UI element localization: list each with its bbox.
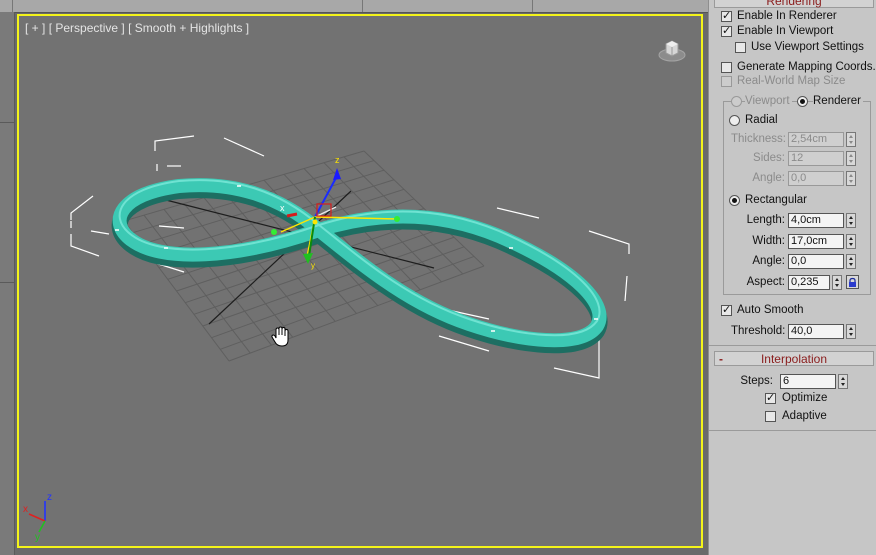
use-viewport-settings-checkbox[interactable] xyxy=(735,42,746,53)
sides-label: Sides: xyxy=(753,152,785,164)
renderer-mode-label: Renderer xyxy=(813,95,863,107)
radial-angle-field[interactable]: 0,0 xyxy=(788,171,844,186)
length-field[interactable]: 4,0cm xyxy=(788,213,844,228)
perspective-viewport[interactable]: [ + ] [ Perspective ] [ Smooth + Highlig… xyxy=(17,14,703,548)
aspect-lock-button[interactable] xyxy=(846,275,859,289)
length-label: Length: xyxy=(746,214,785,226)
real-world-map-checkbox[interactable] xyxy=(721,76,732,87)
steps-field[interactable]: 6 xyxy=(780,374,836,389)
threshold-spinner[interactable] xyxy=(846,324,856,339)
strip-divider xyxy=(0,122,14,123)
thickness-spinner[interactable] xyxy=(846,132,856,147)
rect-angle-field[interactable]: 0,0 xyxy=(788,254,844,269)
gizmo-x-label: x xyxy=(280,203,285,213)
sides-field[interactable]: 12 xyxy=(788,151,844,166)
axis-tripod: z x y xyxy=(23,492,52,543)
width-spinner[interactable] xyxy=(846,234,856,249)
rollout-divider xyxy=(709,345,876,346)
app-window: [ + ] [ Perspective ] [ Smooth + Highlig… xyxy=(0,0,876,555)
gizmo-y-label: y xyxy=(311,261,315,270)
steps-label: Steps: xyxy=(740,375,773,387)
generate-mapping-checkbox[interactable] xyxy=(721,62,732,73)
radial-angle-label: Angle: xyxy=(752,172,785,184)
rollout-divider xyxy=(709,430,876,431)
auto-smooth-checkbox[interactable]: ✓ xyxy=(721,305,732,316)
viewcube-icon[interactable] xyxy=(657,34,687,64)
rectangular-radio[interactable] xyxy=(729,195,740,206)
viewport-mode-label: Viewport xyxy=(745,95,792,107)
rect-angle-label: Angle: xyxy=(752,255,785,267)
top-viewport-strip xyxy=(0,0,708,13)
viewport-mode-radio[interactable] xyxy=(731,96,742,107)
enable-in-viewport-label: Enable In Viewport xyxy=(737,25,834,37)
aspect-label: Aspect: xyxy=(746,276,785,288)
width-field[interactable]: 17,0cm xyxy=(788,234,844,249)
rollout-rendering-title[interactable]: Rendering xyxy=(714,0,874,8)
threshold-label: Threshold: xyxy=(731,325,786,337)
rect-angle-spinner[interactable] xyxy=(846,254,856,269)
axis-y-label: y xyxy=(35,532,40,543)
radial-radio[interactable] xyxy=(729,115,740,126)
ribbon-spline-object[interactable] xyxy=(111,178,608,354)
use-viewport-settings-label: Use Viewport Settings xyxy=(751,41,864,53)
radial-angle-spinner[interactable] xyxy=(846,171,856,186)
threshold-field[interactable]: 40,0 xyxy=(788,324,844,339)
adaptive-label: Adaptive xyxy=(782,410,827,422)
rollout-interpolation-title[interactable]: - Interpolation xyxy=(714,351,874,366)
thickness-label: Thickness: xyxy=(731,133,786,145)
top-strip-segment xyxy=(362,0,533,12)
real-world-map-label: Real-World Map Size xyxy=(737,75,846,87)
axis-z-label: z xyxy=(47,492,52,503)
aspect-spinner[interactable] xyxy=(832,275,842,290)
steps-spinner[interactable] xyxy=(838,374,848,389)
renderer-mode-radio[interactable] xyxy=(797,96,808,107)
strip-divider xyxy=(0,282,14,283)
enable-in-viewport-checkbox[interactable]: ✓ xyxy=(721,26,732,37)
gizmo-z-label: z xyxy=(335,155,340,165)
enable-in-renderer-checkbox[interactable]: ✓ xyxy=(721,11,732,22)
sides-spinner[interactable] xyxy=(846,151,856,166)
radial-label: Radial xyxy=(745,114,778,126)
auto-smooth-label: Auto Smooth xyxy=(737,304,804,316)
thickness-field[interactable]: 2,54cm xyxy=(788,132,844,147)
command-panel: Rendering ✓ Enable In Renderer ✓ Enable … xyxy=(708,0,876,555)
length-spinner[interactable] xyxy=(846,213,856,228)
pan-hand-cursor-icon xyxy=(271,326,289,347)
axis-x-label: x xyxy=(23,504,28,515)
lock-icon xyxy=(849,277,856,287)
rectangular-label: Rectangular xyxy=(745,194,808,206)
generate-mapping-label: Generate Mapping Coords. xyxy=(737,61,876,73)
left-viewport-strip xyxy=(0,12,15,555)
top-strip-segment xyxy=(12,0,363,12)
optimize-checkbox[interactable]: ✓ xyxy=(765,393,776,404)
viewport-scene: z x y z x y xyxy=(23,135,630,543)
aspect-field[interactable]: 0,235 xyxy=(788,275,830,290)
width-label: Width: xyxy=(752,235,785,247)
optimize-label: Optimize xyxy=(782,392,828,404)
adaptive-checkbox[interactable] xyxy=(765,411,776,422)
enable-in-renderer-label: Enable In Renderer xyxy=(737,10,837,22)
